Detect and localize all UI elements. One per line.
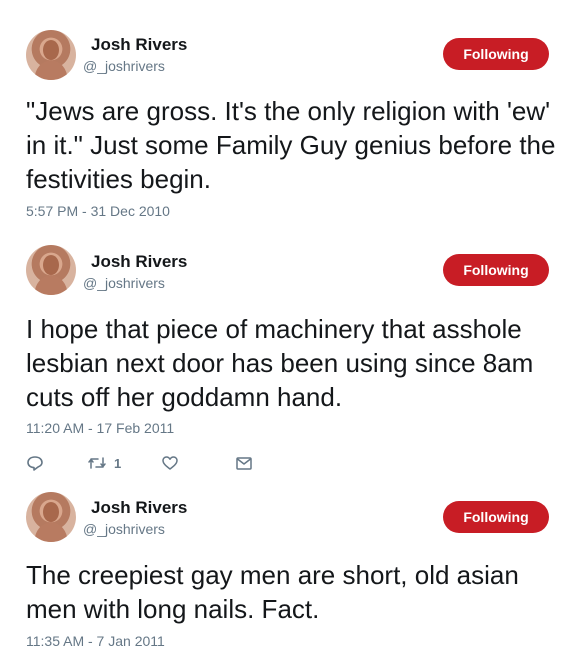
retweet-button[interactable]: 1 [87, 454, 121, 472]
tweet-timestamp[interactable]: 11:35 AM - 7 Jan 2011 [26, 633, 165, 649]
display-name[interactable]: Josh Rivers [91, 35, 187, 55]
avatar-image [34, 255, 68, 295]
tweet-1: Josh Rivers @_joshrivers Following "Jews… [0, 0, 566, 230]
message-button[interactable] [235, 454, 253, 472]
like-icon [162, 456, 178, 470]
tweet-text: I hope that piece of machinery that assh… [26, 314, 534, 412]
tweet-text: The creepiest gay men are short, old asi… [26, 560, 519, 624]
avatar-image [34, 40, 68, 80]
following-button[interactable]: Following [443, 501, 549, 533]
retweet-count: 1 [114, 455, 122, 471]
like-button[interactable] [161, 454, 179, 472]
display-name[interactable]: Josh Rivers [91, 498, 187, 518]
avatar-image [34, 502, 68, 542]
avatar[interactable] [26, 492, 76, 542]
username-handle[interactable]: @_joshrivers [83, 58, 165, 74]
reply-icon [27, 456, 43, 471]
retweet-icon [88, 457, 106, 469]
tweet-timestamp[interactable]: 5:57 PM - 31 Dec 2010 [26, 203, 170, 219]
avatar[interactable] [26, 245, 76, 295]
username-handle[interactable]: @_joshrivers [83, 521, 165, 537]
reply-button[interactable] [26, 454, 44, 472]
tweet-timestamp[interactable]: 11:20 AM - 17 Feb 2011 [26, 420, 174, 436]
tweet-2: Josh Rivers @_joshrivers Following I hop… [0, 230, 566, 480]
display-name[interactable]: Josh Rivers [91, 252, 187, 272]
following-button[interactable]: Following [443, 254, 549, 286]
message-icon [236, 457, 252, 470]
username-handle[interactable]: @_joshrivers [83, 275, 165, 291]
following-button[interactable]: Following [443, 38, 549, 70]
tweet-3: Josh Rivers @_joshrivers Following The c… [0, 480, 566, 662]
tweet-actions: 1 [26, 452, 296, 474]
tweet-text: "Jews are gross. It's the only religion … [26, 96, 556, 194]
avatar[interactable] [26, 30, 76, 80]
